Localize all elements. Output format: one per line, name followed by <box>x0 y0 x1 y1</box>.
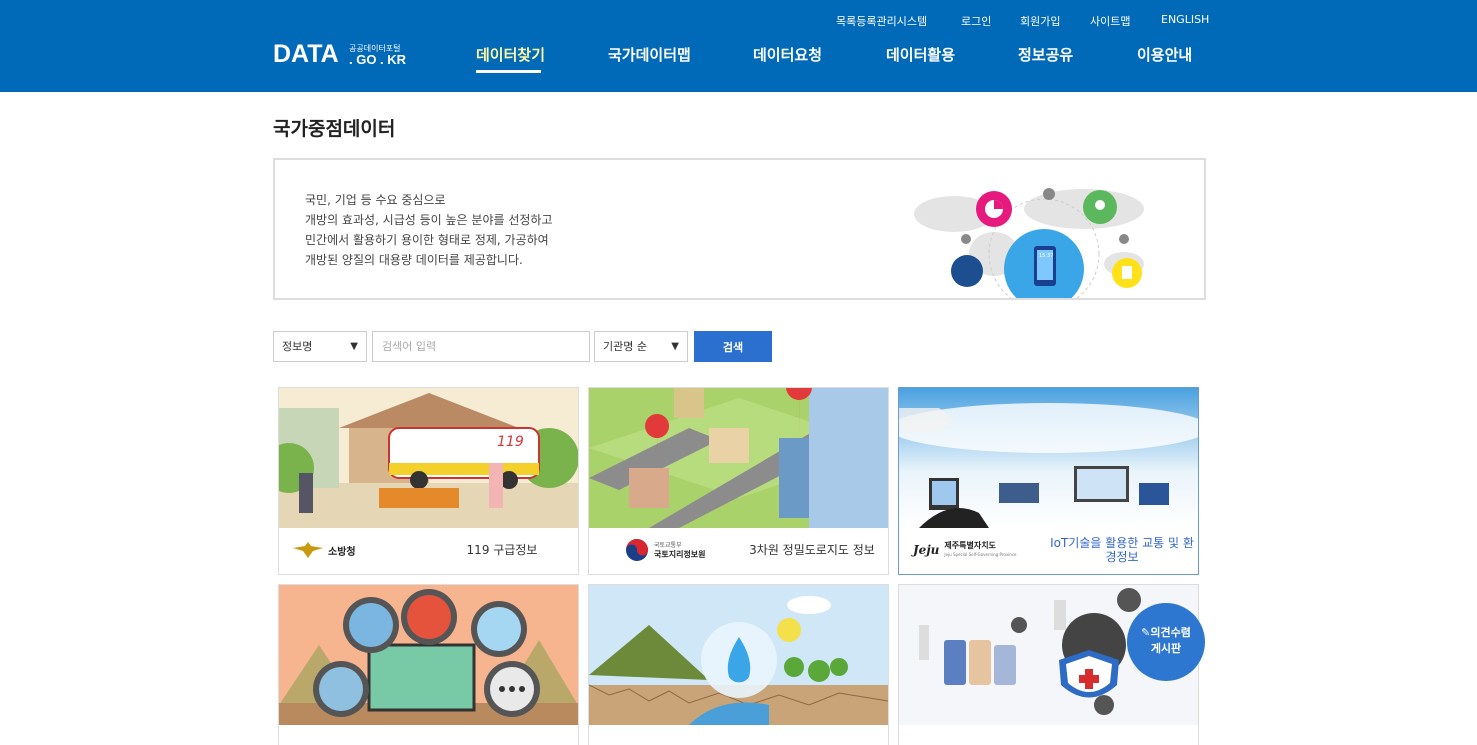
phone-time: 15:37 <box>1039 253 1053 259</box>
nav-national-data-map[interactable]: 국가데이터맵 <box>608 44 691 65</box>
util-link-signup[interactable]: 회원가입 <box>1020 13 1060 29</box>
sort-select[interactable]: 기관명 순 ▼ <box>594 331 688 362</box>
nav-info-sharing[interactable]: 정보공유 <box>1018 44 1073 65</box>
search-button[interactable]: 검색 <box>694 331 772 362</box>
jeju-brand-logo: Jeju <box>913 543 940 557</box>
site-header: 목록등록관리시스템 로그인 회원가입 사이트맵 ENGLISH DATA 공공데… <box>0 0 1477 92</box>
nav-active-underline <box>476 70 541 73</box>
nav-data-request[interactable]: 데이터요청 <box>753 44 822 65</box>
util-link-login[interactable]: 로그인 <box>961 13 991 29</box>
pencil-icon: ✎ <box>1141 626 1151 639</box>
opinion-board-button[interactable]: ✎의견수렴 게시판 <box>1127 603 1205 681</box>
card-title: IoT기술을 활용한 교통 및 환경정보 <box>1050 536 1194 564</box>
data-network-illustration: 15:37 <box>914 188 1144 298</box>
card-image-3d-map <box>589 388 888 528</box>
intro-line: 국민, 기업 등 수요 중심으로 <box>305 193 446 207</box>
nav-user-guide[interactable]: 이용안내 <box>1137 44 1192 65</box>
data-card-water-facilities[interactable] <box>278 584 579 745</box>
chevron-down-icon: ▼ <box>671 341 679 352</box>
card-image-ambulance: 119 <box>279 388 578 528</box>
logo-domain-text: . GO . KR <box>349 52 407 67</box>
intro-line: 민간에서 활용하기 용이한 형태로 정제, 가공하여 <box>305 233 549 247</box>
org-name: 국토지리정보원 <box>654 550 706 559</box>
org-logo-jeju: Jeju 제주특별자치도 Jeju Special Self-Governing… <box>913 538 1016 562</box>
intro-line: 개방의 효과성, 시급성 등이 높은 분야를 선정하고 <box>305 213 553 227</box>
card-image-water-facilities <box>279 585 578 725</box>
ambulance-number: 119 <box>497 434 524 450</box>
search-field-select-value: 정보명 <box>282 340 313 353</box>
chevron-down-icon: ▼ <box>350 341 358 352</box>
util-link-catalog-system[interactable]: 목록등록관리시스템 <box>836 13 927 29</box>
opinion-board-label-2: 게시판 <box>1150 642 1182 655</box>
nav-data-usage[interactable]: 데이터활용 <box>886 44 955 65</box>
data-card-119[interactable]: 119 소방청 119 구급정보 <box>278 387 579 575</box>
logo-main-text: DATA <box>273 40 339 68</box>
opinion-board-label-1: 의견수렴 <box>1150 626 1191 639</box>
org-name: 소방청 <box>328 546 356 558</box>
data-card-drought-water[interactable] <box>588 584 889 745</box>
org-logo-ngii: 국토교통부 국토지리정보원 <box>625 538 706 562</box>
intro-text: 국민, 기업 등 수요 중심으로 개방의 효과성, 시급성 등이 높은 분야를 … <box>305 190 553 270</box>
org-ministry: 국토교통부 <box>654 542 682 549</box>
org-name: 제주특별자치도 <box>944 541 996 550</box>
intro-box: 국민, 기업 등 수요 중심으로 개방의 효과성, 시급성 등이 높은 분야를 … <box>273 158 1206 300</box>
card-title: 3차원 정밀도로지도 정보 <box>749 543 875 557</box>
search-field-select[interactable]: 정보명 ▼ <box>273 331 367 362</box>
data-card-3d-road-map[interactable]: 국토교통부 국토지리정보원 3차원 정밀도로지도 정보 <box>588 387 889 575</box>
page-title: 국가중점데이터 <box>273 118 396 140</box>
util-link-english[interactable]: ENGLISH <box>1161 13 1209 26</box>
card-image-water-drop <box>589 585 888 725</box>
sort-select-value: 기관명 순 <box>603 340 647 353</box>
card-image-iot <box>899 388 1198 528</box>
org-english-name: Jeju Special Self-Governing Province <box>944 552 1017 557</box>
search-input[interactable] <box>372 331 590 362</box>
org-logo-fire-agency: 소방청 <box>293 538 356 562</box>
korea-taegeuk-emblem-icon <box>626 539 648 561</box>
intro-line: 개방된 양질의 대용량 데이터를 제공합니다. <box>305 253 523 267</box>
card-title: 119 구급정보 <box>466 543 538 557</box>
nav-data-search[interactable]: 데이터찾기 <box>476 44 545 65</box>
util-link-sitemap[interactable]: 사이트맵 <box>1090 13 1130 29</box>
fire-agency-emblem-icon <box>293 542 323 558</box>
data-card-jeju-iot[interactable]: Jeju 제주특별자치도 Jeju Special Self-Governing… <box>898 387 1199 575</box>
